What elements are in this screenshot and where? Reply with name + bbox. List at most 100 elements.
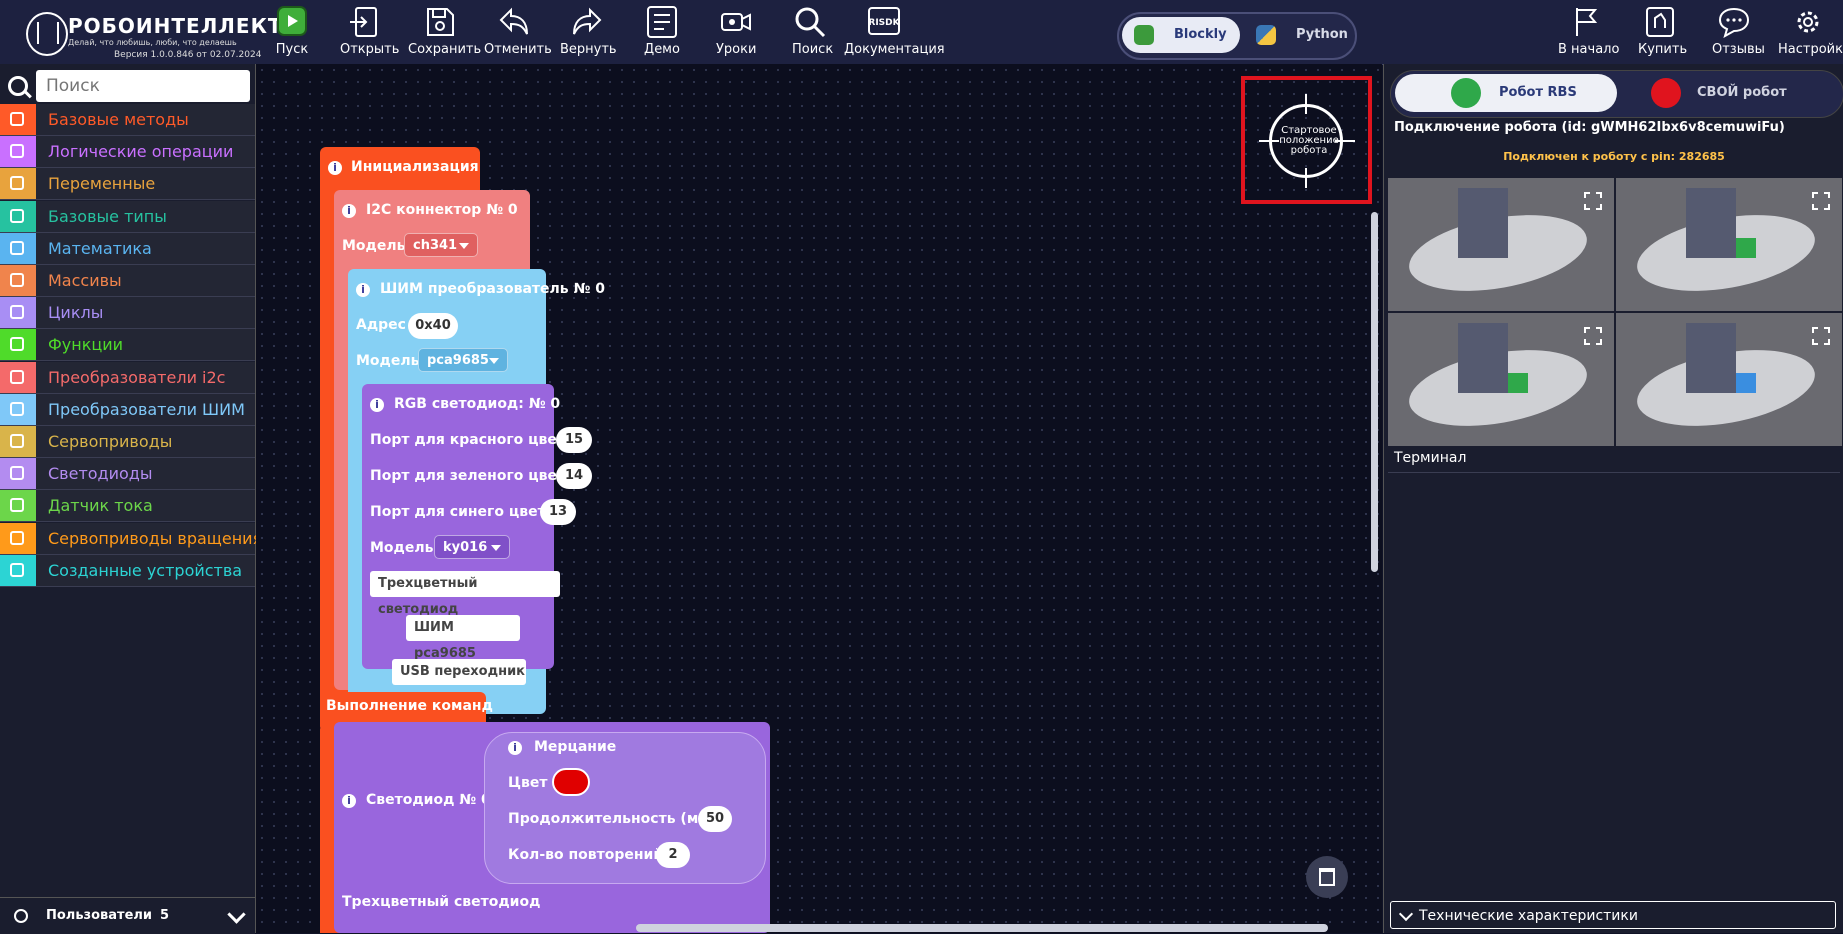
camera-feed-1[interactable]: [1388, 178, 1614, 311]
category-item[interactable]: Преобразователи ШИМ: [0, 393, 255, 426]
category-icon: [0, 361, 36, 393]
category-item[interactable]: Сервоприводы вращения: [0, 522, 262, 555]
python-mode-button[interactable]: Python: [1244, 17, 1352, 53]
open-button[interactable]: Открыть: [340, 6, 399, 60]
search-toolbar-button[interactable]: Поиск: [792, 6, 833, 60]
workspace-horizontal-scrollbar[interactable]: [636, 924, 1328, 932]
lessons-button[interactable]: Уроки: [716, 6, 756, 60]
camera-feed-4[interactable]: [1616, 313, 1842, 446]
demo-button[interactable]: Демо: [642, 6, 682, 60]
category-label: Сервоприводы: [48, 432, 173, 451]
blockly-mode-button[interactable]: Blockly: [1122, 17, 1240, 53]
app-tagline: Делай, что любишь, люби, что делаешь: [68, 38, 237, 47]
block-category-sidebar: Базовые методы Логические операции Перемен…: [0, 64, 262, 934]
trash-icon[interactable]: [1306, 856, 1348, 898]
info-icon[interactable]: i: [342, 204, 356, 218]
rgb-block-title: RGB светодиод: № 0: [394, 396, 561, 412]
info-icon[interactable]: i: [328, 161, 342, 175]
robot-arm-icon: [1451, 78, 1481, 108]
camera-feed-3[interactable]: [1388, 313, 1614, 446]
app-logo[interactable]: РОБОИНТЕЛЛЕКТ Делай, что любишь, люби, ч…: [26, 10, 282, 60]
rgb-model-dropdown[interactable]: ky016: [434, 535, 510, 559]
category-item[interactable]: Массивы: [0, 265, 255, 297]
workspace-vertical-scrollbar[interactable]: [1371, 212, 1378, 572]
pwm-address-label: Адрес: [356, 317, 406, 333]
color-label: Цвет: [508, 775, 548, 791]
pwm-model-dropdown[interactable]: pca9685: [418, 348, 508, 372]
duration-value[interactable]: 50: [698, 806, 732, 832]
blue-port-value[interactable]: 13: [540, 499, 576, 525]
run-button[interactable]: Пуск: [272, 6, 312, 60]
category-icon: [0, 458, 36, 490]
top-toolbar: РОБОИНТЕЛЛЕКТ Делай, что любишь, люби, ч…: [0, 0, 1843, 65]
category-item[interactable]: Базовые типы: [0, 200, 255, 233]
redo-button[interactable]: Вернуть: [560, 6, 617, 60]
expand-icon[interactable]: [1584, 327, 1602, 345]
category-label: Переменные: [48, 174, 156, 194]
category-icon: [0, 393, 36, 425]
gear-icon: [1791, 6, 1825, 38]
category-item[interactable]: Датчик тока: [0, 490, 255, 523]
chevron-down-icon[interactable]: [227, 905, 246, 924]
reviews-button[interactable]: Отзывы: [1712, 6, 1765, 60]
users-footer[interactable]: Пользователи 5: [0, 897, 255, 934]
own-robot-tab[interactable]: СВОЙ робот: [1621, 74, 1837, 112]
docs-button[interactable]: RISDK Документация: [844, 6, 945, 60]
camera-feed-2[interactable]: [1616, 178, 1842, 311]
category-item[interactable]: Логические операции: [0, 136, 255, 169]
expand-icon[interactable]: [1812, 327, 1830, 345]
save-button[interactable]: Сохранить: [408, 6, 481, 60]
green-port-value[interactable]: 14: [556, 463, 592, 489]
robot-arm-icon: [1651, 78, 1681, 108]
undo-icon: [497, 6, 531, 38]
editor-mode-toggle: Blockly Python: [1117, 12, 1357, 60]
python-logo-icon: [1256, 25, 1276, 45]
redo-icon: [570, 6, 604, 38]
category-item[interactable]: Переменные: [0, 168, 255, 201]
tech-specs-toggle[interactable]: Технические характеристики: [1390, 901, 1836, 929]
robot-rbs-tab[interactable]: Робот RBS: [1395, 74, 1617, 112]
red-port-value[interactable]: 15: [556, 427, 592, 453]
category-item[interactable]: Математика: [0, 232, 255, 265]
category-item[interactable]: Сервоприводы: [0, 426, 255, 458]
home-button[interactable]: В начало: [1558, 6, 1619, 60]
expand-icon[interactable]: [1812, 192, 1830, 210]
category-item[interactable]: Функции: [0, 329, 255, 362]
category-item[interactable]: Светодиоды: [0, 458, 255, 491]
pwm-address-value[interactable]: 0x40: [408, 313, 458, 339]
category-icon: [0, 554, 36, 586]
terminal-area[interactable]: [1388, 472, 1840, 473]
buy-button[interactable]: Купить: [1638, 6, 1687, 60]
video-lessons-icon: [719, 6, 753, 38]
category-label: Датчик тока: [48, 496, 153, 516]
category-item[interactable]: Базовые методы: [0, 104, 255, 136]
docs-icon: RISDK: [867, 6, 901, 38]
info-icon[interactable]: i: [508, 741, 522, 755]
expand-icon[interactable]: [1584, 192, 1602, 210]
info-icon[interactable]: i: [356, 283, 370, 297]
category-item[interactable]: Преобразователи i2c: [0, 361, 255, 394]
i2c-model-label: Модель: [342, 238, 406, 254]
color-picker[interactable]: [552, 768, 590, 796]
info-icon[interactable]: i: [342, 794, 356, 808]
category-item[interactable]: Созданные устройства: [0, 554, 255, 587]
i2c-model-dropdown[interactable]: ch341: [404, 233, 478, 257]
category-label: Базовые типы: [48, 206, 167, 226]
repeats-value[interactable]: 2: [656, 842, 690, 868]
open-file-icon: [348, 6, 382, 38]
category-item[interactable]: Циклы: [0, 297, 255, 330]
category-label: Циклы: [48, 303, 104, 323]
search-icon: [8, 76, 28, 96]
category-icon: [0, 136, 36, 168]
start-position-label: Стартовое положение робота: [1279, 125, 1339, 156]
rgb-model-label: Модель: [370, 540, 434, 556]
blockly-workspace[interactable]: i Инициализация i I2C коннектор № 0 Моде…: [256, 64, 1382, 933]
category-search-input[interactable]: [36, 70, 250, 102]
start-position-button[interactable]: Стартовое положение робота: [1241, 76, 1372, 204]
category-icon: [0, 265, 36, 296]
terminal-label: Терминал: [1394, 450, 1467, 466]
settings-button[interactable]: Настройки: [1778, 6, 1843, 60]
undo-button[interactable]: Отменить: [484, 6, 552, 60]
category-label: Преобразователи i2c: [48, 367, 226, 387]
info-icon[interactable]: i: [370, 398, 384, 412]
